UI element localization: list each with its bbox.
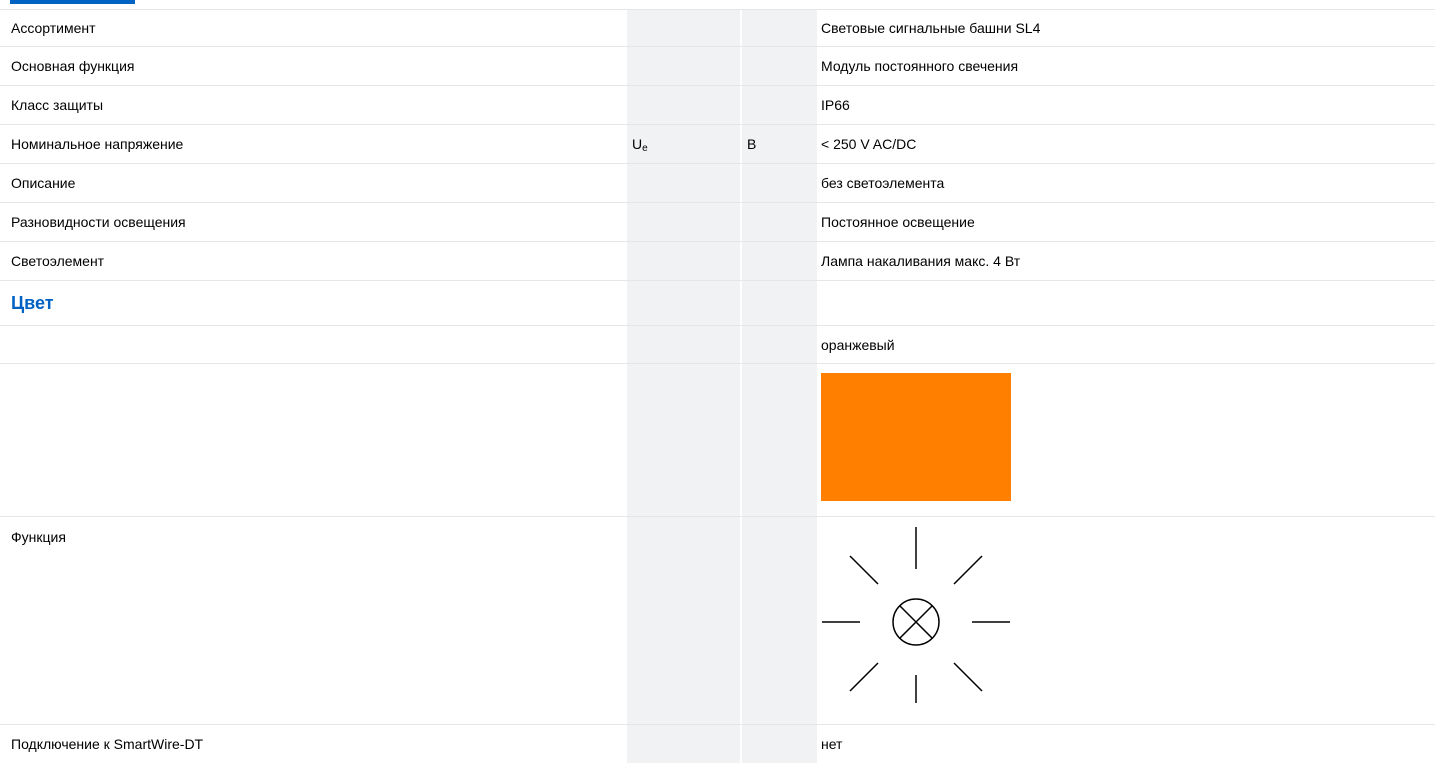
spec-row: Описание без светоэлемента [0, 164, 1435, 203]
smartwire-value: нет [821, 736, 843, 752]
color-value: оранжевый [821, 336, 895, 353]
section-title-color: Цвет [11, 292, 54, 313]
spec-value: < 250 V AC/DC [821, 136, 917, 152]
header-accent [10, 0, 135, 4]
spec-row: Подключение к SmartWire-DT нет [0, 725, 1435, 763]
spec-value: Постоянное освещение [821, 214, 975, 230]
spec-value: Лампа накаливания макс. 4 Вт [821, 253, 1021, 269]
spec-row: Основная функция Модуль постоянного свеч… [0, 47, 1435, 86]
spec-symbol: Ue [632, 125, 648, 163]
symbol-subscript: e [642, 142, 648, 154]
smartwire-label: Подключение к SmartWire-DT [11, 736, 204, 752]
lamp-steady-icon [822, 527, 1010, 703]
spec-unit: В [747, 136, 757, 152]
function-label: Функция [11, 529, 66, 545]
spec-label: Разновидности освещения [11, 214, 186, 230]
spec-label: Светоэлемент [11, 253, 105, 269]
section-header-row: Цвет [0, 281, 1435, 326]
spec-row: оранжевый [0, 326, 1435, 364]
spec-row: Светоэлемент Лампа накаливания макс. 4 В… [0, 242, 1435, 281]
spec-row: Номинальное напряжение Ue В < 250 V AC/D… [0, 125, 1435, 164]
spec-label: Ассортимент [11, 20, 96, 36]
color-swatch [821, 373, 1011, 501]
spec-row: Класс защиты IP66 [0, 86, 1435, 125]
spec-row: Ассортимент Световые сигнальные башни SL… [0, 10, 1435, 47]
header-strip [0, 0, 1435, 10]
lamp-ray [953, 662, 983, 692]
spec-label: Описание [11, 175, 76, 191]
color-swatch-row [0, 364, 1435, 517]
spec-value: Световые сигнальные башни SL4 [821, 20, 1041, 36]
lamp-ray [849, 555, 879, 585]
lamp-ray [953, 555, 983, 585]
spec-value: Модуль постоянного свечения [821, 58, 1019, 74]
spec-row: Разновидности освещения Постоянное освещ… [0, 203, 1435, 242]
function-row: Функция [0, 517, 1435, 725]
spec-label: Номинальное напряжение [11, 136, 184, 152]
symbol-main: U [632, 136, 643, 152]
spec-value: IP66 [821, 97, 850, 113]
spec-label: Класс защиты [11, 97, 104, 113]
spec-label: Основная функция [11, 58, 135, 74]
lamp-ray [849, 662, 879, 692]
spec-value: без светоэлемента [821, 175, 945, 191]
